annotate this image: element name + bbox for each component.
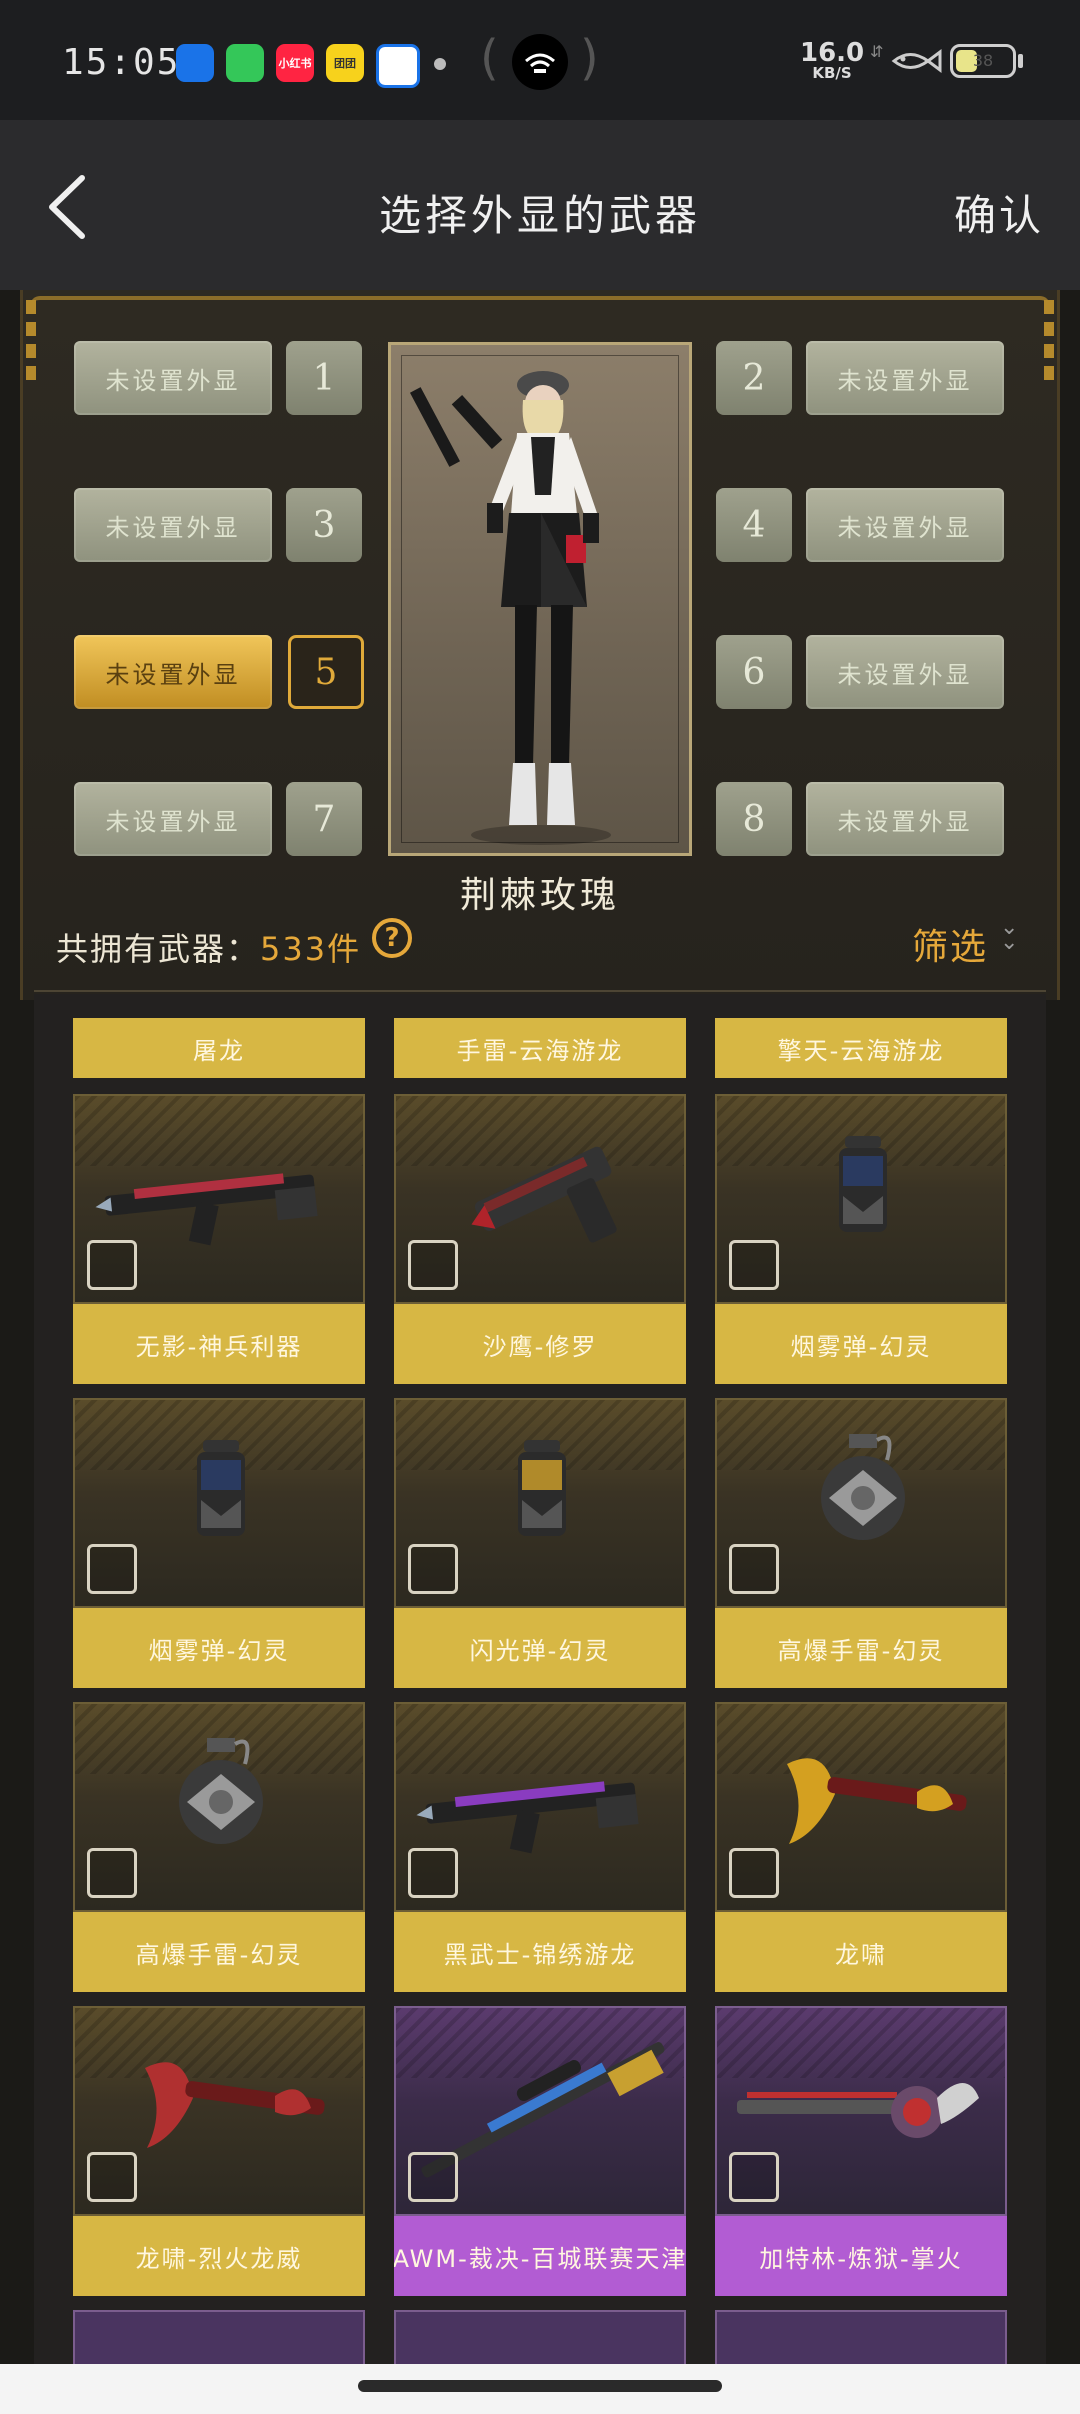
more-notifications-dot [434, 58, 446, 70]
weapon-select-checkbox[interactable] [87, 1240, 137, 1290]
battery-nub [1018, 54, 1023, 68]
weapon-select-checkbox[interactable] [408, 1848, 458, 1898]
weapon-name: 闪光弹-幻灵 [394, 1608, 686, 1688]
character-name: 荆棘玫瑰 [459, 875, 620, 916]
weapon-name: 沙鹰-修罗 [394, 1304, 686, 1384]
slot-1-number[interactable]: 1 [286, 341, 362, 415]
battery-level: 38 [972, 51, 994, 70]
slot-3-number[interactable]: 3 [286, 488, 362, 562]
battery-icon: 38 [950, 44, 1016, 78]
weapon-card[interactable]: 沙鹰-修罗 [394, 1094, 686, 1384]
slot-6-weapon[interactable]: 未设置外显 [806, 635, 1004, 709]
page-title: 选择外显的武器 [378, 191, 701, 240]
chevron-down-double-icon[interactable]: ⌄ ⌄ [1000, 917, 1018, 954]
weapon-card[interactable]: 闪光弹-幻灵 [394, 1398, 686, 1688]
dynamic-island-right-bracket: ) [580, 30, 599, 86]
slot-7-weapon[interactable]: 未设置外显 [74, 782, 272, 856]
weapon-card-partial[interactable] [715, 2310, 1007, 2364]
help-icon[interactable]: ? [372, 918, 412, 958]
weapon-card-partial-label[interactable]: 屠龙 [73, 1018, 365, 1078]
dynamic-island-left-bracket: ( [480, 30, 499, 86]
owned-weapons-count: 共拥有武器：533件 [56, 924, 361, 970]
weapon-select-checkbox[interactable] [408, 1240, 458, 1290]
character-portrait [388, 342, 692, 856]
slot-8-number[interactable]: 8 [716, 782, 792, 856]
weapon-select-checkbox[interactable] [729, 2152, 779, 2202]
weapon-card[interactable]: 高爆手雷-幻灵 [73, 1702, 365, 1992]
panel-frame-decoration [30, 296, 1050, 314]
slot-7-number[interactable]: 7 [286, 782, 362, 856]
qq-browser-app-icon [376, 44, 420, 88]
weapon-select-checkbox[interactable] [87, 1848, 137, 1898]
slot-5-weapon-selected[interactable]: 未设置外显 [74, 635, 272, 709]
weapon-name: 烟雾弹-幻灵 [73, 1608, 365, 1688]
weapon-name: 烟雾弹-幻灵 [715, 1304, 1007, 1384]
network-speed-unit: KB/S [812, 64, 852, 82]
weapon-select-checkbox[interactable] [729, 1848, 779, 1898]
owned-weapons-number: 533件 [260, 930, 362, 968]
slot-2-weapon[interactable]: 未设置外显 [806, 341, 1004, 415]
weapon-card[interactable]: AWM-裁决-百城联赛天津 [394, 2006, 686, 2296]
weapon-card[interactable]: 龙啸-烈火龙威 [73, 2006, 365, 2296]
slot-8-weapon[interactable]: 未设置外显 [806, 782, 1004, 856]
weapon-card[interactable]: 无影-神兵利器 [73, 1094, 365, 1384]
weapon-card[interactable]: 黑武士-锦绣游龙 [394, 1702, 686, 1992]
weapon-card-partial-label[interactable]: 手雷-云海游龙 [394, 1018, 686, 1078]
weapon-name: 高爆手雷-幻灵 [73, 1912, 365, 1992]
slot-3-weapon[interactable]: 未设置外显 [74, 488, 272, 562]
weapon-card-partial[interactable] [73, 2310, 365, 2364]
section-divider [34, 990, 1046, 992]
data-activity-icon: ⇵ [870, 42, 884, 61]
weapon-select-checkbox[interactable] [87, 1544, 137, 1594]
weapon-grid: 屠龙 手雷-云海游龙 擎天-云海游龙 无影-神兵利器 沙鹰-修罗 烟雾弹-幻灵 烟雾… [34, 994, 1046, 2364]
character-figure-image [409, 371, 611, 845]
status-time: 15:05 [62, 42, 181, 83]
slot-6-number[interactable]: 6 [716, 635, 792, 709]
slot-4-number[interactable]: 4 [716, 488, 792, 562]
panel-corner-stripes-right [1044, 300, 1054, 380]
wifi-app-icon [176, 44, 214, 82]
weapon-select-checkbox[interactable] [87, 2152, 137, 2202]
weapon-name: 龙啸-烈火龙威 [73, 2216, 365, 2296]
weapon-name: AWM-裁决-百城联赛天津 [394, 2216, 686, 2296]
status-bar: 15:05 小红书 团团 ( ) 16.0 KB/S ⇵ 38 [0, 0, 1080, 120]
weapon-card-partial-label[interactable]: 擎天-云海游龙 [715, 1018, 1007, 1078]
slot-4-weapon[interactable]: 未设置外显 [806, 488, 1004, 562]
yellow-app-icon: 团团 [326, 44, 364, 82]
xiaohongshu-app-icon: 小红书 [276, 44, 314, 82]
weapon-name: 加特林-炼狱-掌火 [715, 2216, 1007, 2296]
nav-bar: 选择外显的武器 确认 [0, 120, 1080, 290]
slot-1-weapon[interactable]: 未设置外显 [74, 341, 272, 415]
panel-corner-stripes-left [26, 300, 36, 380]
owned-weapons-label: 共拥有武器： [56, 930, 261, 968]
fish-icon [890, 46, 942, 80]
weapon-name: 高爆手雷-幻灵 [715, 1608, 1007, 1688]
weapon-name: 黑武士-锦绣游龙 [394, 1912, 686, 1992]
weapon-name: 龙啸 [715, 1912, 1007, 1992]
weapon-card[interactable]: 加特林-炼狱-掌火 [715, 2006, 1007, 2296]
weapon-card[interactable]: 烟雾弹-幻灵 [73, 1398, 365, 1688]
network-speed-value: 16.0 [800, 38, 865, 68]
weapon-card[interactable]: 高爆手雷-幻灵 [715, 1398, 1007, 1688]
network-speed: 16.0 KB/S [800, 40, 864, 81]
filter-button[interactable]: 筛选 [912, 918, 988, 970]
confirm-button[interactable]: 确认 [954, 182, 1044, 243]
hotspot-icon [512, 34, 568, 90]
message-app-icon [226, 44, 264, 82]
notification-app-icons: 小红书 团团 [176, 44, 420, 88]
weapon-card[interactable]: 龙啸 [715, 1702, 1007, 1992]
weapon-card[interactable]: 烟雾弹-幻灵 [715, 1094, 1007, 1384]
home-indicator[interactable] [358, 2380, 722, 2392]
weapon-select-checkbox[interactable] [729, 1544, 779, 1594]
weapon-name: 无影-神兵利器 [73, 1304, 365, 1384]
weapon-select-checkbox[interactable] [408, 2152, 458, 2202]
weapon-select-checkbox[interactable] [729, 1240, 779, 1290]
weapon-select-checkbox[interactable] [408, 1544, 458, 1594]
slot-5-number-selected[interactable]: 5 [288, 635, 364, 709]
slot-2-number[interactable]: 2 [716, 341, 792, 415]
weapon-card-partial[interactable] [394, 2310, 686, 2364]
